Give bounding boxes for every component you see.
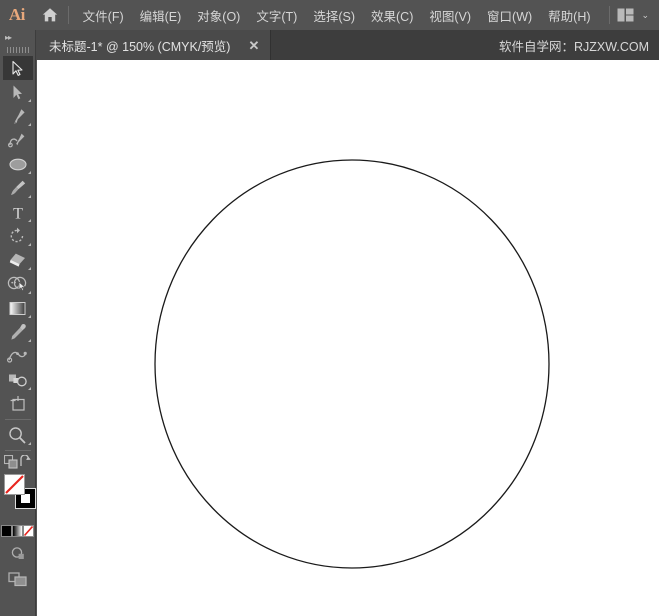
screen-mode-button[interactable] (0, 566, 36, 592)
flyout-indicator (27, 195, 31, 198)
pen-icon (13, 109, 25, 124)
tool-symbol-sprayer[interactable] (3, 368, 33, 392)
tool-blend[interactable] (3, 344, 33, 368)
ellipse-shape[interactable] (154, 159, 550, 569)
symbol-sprayer-icon (9, 374, 27, 387)
document-tab[interactable]: 未标题-1* @ 150% (CMYK/预览) ✕ (36, 30, 272, 60)
tool-rotate[interactable] (3, 224, 33, 248)
draw-normal-icon (11, 547, 24, 559)
menu-item-file[interactable]: 文件(F) (75, 0, 132, 30)
close-icon[interactable]: ✕ (248, 39, 259, 52)
menu-item-edit[interactable]: 编辑(E) (132, 0, 190, 30)
document-canvas[interactable] (37, 60, 659, 616)
drag-dots-icon (6, 47, 29, 53)
fill-stroke-control (0, 472, 36, 518)
tool-list: T (0, 56, 36, 616)
ellipse-icon (8, 158, 27, 170)
color-swatch-button[interactable] (1, 525, 12, 537)
flyout-indicator (27, 243, 31, 246)
gradient-icon (9, 301, 26, 315)
double-chevron-right-icon: ▸▸ (5, 32, 12, 42)
stroke-swatch-inner (20, 494, 30, 503)
document-tab-title: 未标题-1* @ 150% (CMYK/预览) (49, 39, 231, 54)
eraser-icon (9, 253, 25, 267)
document-tab-bar: 未标题-1* @ 150% (CMYK/预览) ✕ 软件自学网：RJZXW.CO… (0, 30, 659, 60)
artboard-icon (10, 396, 25, 411)
gradient-swatch-button[interactable] (12, 525, 23, 537)
eyedropper-icon (10, 324, 26, 340)
screen-mode-icon (7, 571, 27, 586)
menu-divider-right (608, 6, 610, 24)
flyout-indicator (27, 291, 31, 294)
app-logo-text: Ai (8, 5, 26, 24)
menu-item-select[interactable]: 选择(S) (305, 0, 363, 30)
fill-stroke-mini-icon[interactable] (3, 455, 19, 469)
magnifier-icon (9, 426, 26, 444)
tool-paintbrush[interactable] (3, 176, 33, 200)
watermark-text: 软件自学网：RJZXW.COM (499, 39, 649, 54)
rotate-icon (10, 227, 24, 243)
flyout-indicator (27, 171, 31, 174)
tool-zoom[interactable] (3, 423, 33, 447)
artwork-layer (154, 159, 550, 569)
menu-item-help[interactable]: 帮助(H) (540, 0, 598, 30)
fill-swatch[interactable] (3, 474, 25, 495)
workspace-switcher[interactable]: ⌄ (617, 8, 659, 22)
flyout-indicator (27, 267, 31, 270)
tool-eraser[interactable] (3, 248, 33, 272)
tool-eyedropper[interactable] (3, 320, 33, 344)
toolbar-drag-handle[interactable] (0, 44, 35, 56)
tool-curvature[interactable] (3, 128, 33, 152)
flyout-indicator (27, 219, 31, 222)
tools-panel: ▸▸ T (0, 30, 36, 616)
toolbar-separator-2 (4, 450, 31, 451)
illustrator-window: Ai 文件(F) 编辑(E) 对象(O) 文字(T) 选择(S) 效果(C) 视… (0, 0, 659, 616)
app-logo: Ai (0, 0, 34, 30)
menu-bar: Ai 文件(F) 编辑(E) 对象(O) 文字(T) 选择(S) 效果(C) 视… (0, 0, 659, 30)
menu-item-type[interactable]: 文字(T) (248, 0, 305, 30)
flyout-indicator (27, 339, 31, 342)
none-slash-icon (24, 526, 33, 536)
home-icon (42, 8, 57, 22)
fill-stroke-mini-row (0, 454, 36, 470)
color-mode-bar (0, 522, 36, 540)
svg-text:T: T (13, 205, 23, 221)
tool-gradient[interactable] (3, 296, 33, 320)
menu-item-view[interactable]: 视图(V) (421, 0, 479, 30)
home-button[interactable] (34, 0, 66, 30)
menu-item-effect[interactable]: 效果(C) (363, 0, 421, 30)
swap-fill-stroke-icon[interactable] (19, 455, 32, 468)
tool-shape-builder[interactable] (3, 272, 33, 296)
menu-item-window[interactable]: 窗口(W) (479, 0, 540, 30)
toolbar-collapse-button[interactable]: ▸▸ (0, 30, 35, 44)
tool-type[interactable]: T (3, 200, 33, 224)
flyout-indicator (27, 123, 31, 126)
tool-pen[interactable] (3, 104, 33, 128)
curvature-pen-icon (7, 133, 24, 148)
blend-icon (7, 351, 27, 363)
direct-selection-arrow-icon (13, 85, 22, 99)
flyout-indicator (27, 387, 31, 390)
tool-ellipse[interactable] (3, 152, 33, 176)
selection-arrow-icon (12, 60, 23, 76)
shape-builder-icon (7, 276, 26, 292)
chevron-down-icon: ⌄ (641, 9, 649, 20)
menu-divider-left (67, 6, 69, 24)
menu-item-object[interactable]: 对象(O) (189, 0, 248, 30)
flyout-indicator (27, 315, 31, 318)
type-icon: T (13, 205, 23, 221)
paintbrush-icon (10, 180, 25, 195)
workspace-grid-icon (617, 8, 634, 22)
none-swatch-button[interactable] (23, 525, 34, 537)
drawing-mode-button[interactable] (0, 540, 36, 566)
tool-direct-selection[interactable] (3, 80, 33, 104)
toolbar-separator (4, 419, 31, 420)
menu-item-list: 文件(F) 编辑(E) 对象(O) 文字(T) 选择(S) 效果(C) 视图(V… (75, 0, 599, 30)
tool-artboard[interactable] (3, 392, 33, 416)
no-fill-slash-icon (4, 475, 24, 494)
flyout-indicator (27, 99, 31, 102)
tool-selection[interactable] (2, 56, 33, 80)
flyout-indicator (27, 442, 31, 445)
